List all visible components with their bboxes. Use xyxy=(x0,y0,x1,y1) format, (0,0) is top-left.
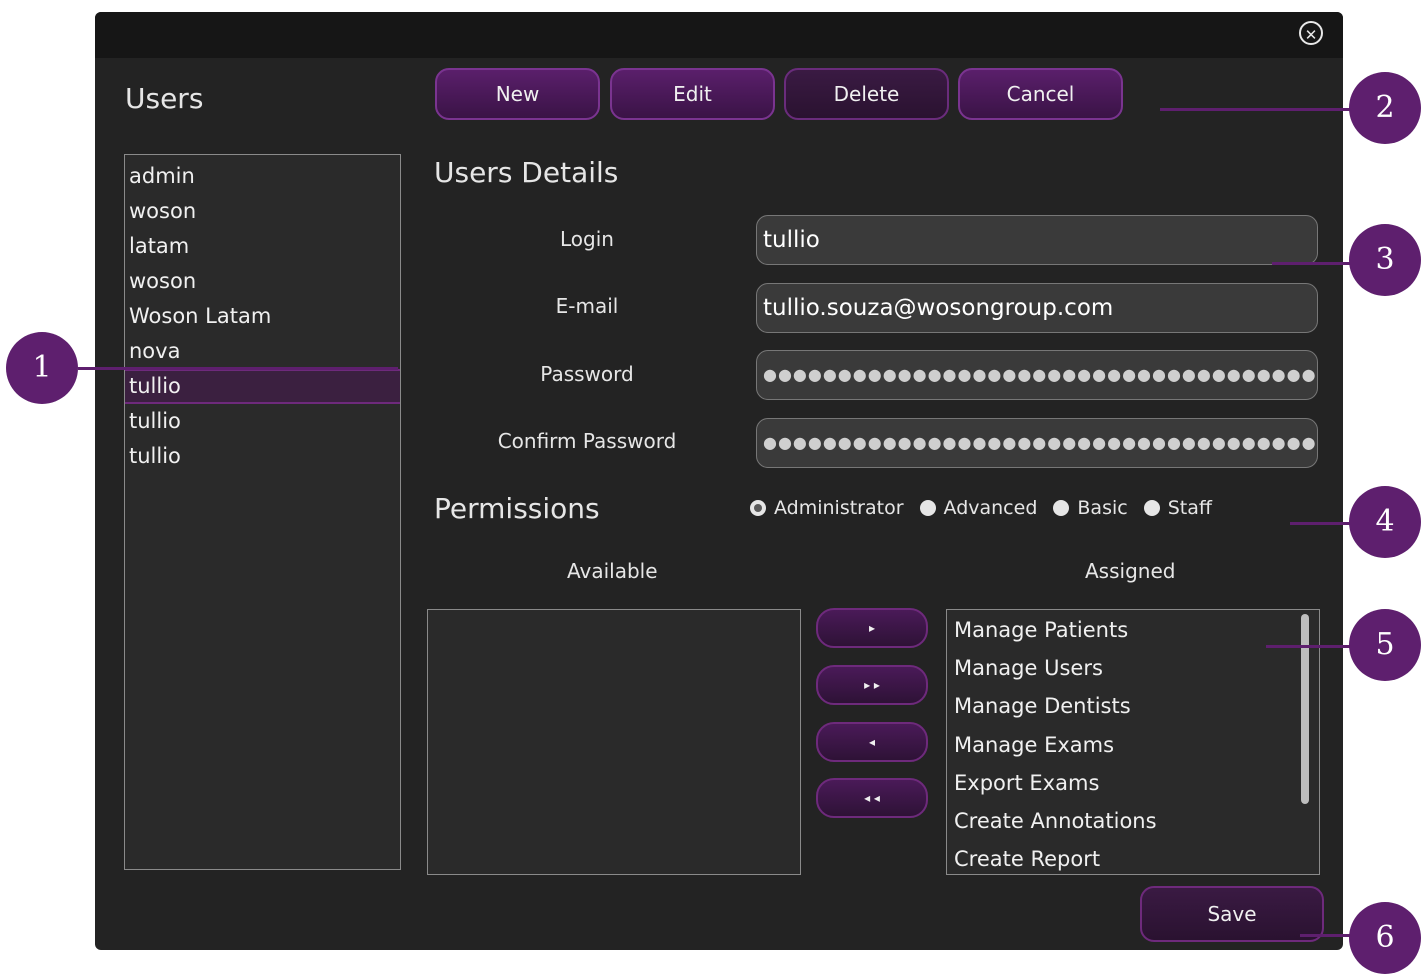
radio-unchecked-icon xyxy=(919,500,936,516)
list-item[interactable]: Manage Patients xyxy=(947,611,1319,649)
permission-level-group: Administrator Advanced Basic Staff xyxy=(750,497,1228,519)
login-label: Login xyxy=(560,227,614,251)
users-dialog: ✕ Users admin woson latam woson Woson La… xyxy=(95,12,1343,950)
remove-one-button[interactable]: ◂ xyxy=(816,722,928,762)
callout-2-leader xyxy=(1160,108,1352,111)
radio-label: Administrator xyxy=(774,497,904,519)
new-button[interactable]: New xyxy=(435,68,600,120)
callout-3: 3 xyxy=(1349,224,1421,296)
confirm-password-field[interactable]: ●●●●●●●●●●●●●●●●●●●●●●●●●●●●●●●●●●●●●●●● xyxy=(756,418,1318,468)
radio-unchecked-icon xyxy=(1143,500,1160,516)
details-title: Users Details xyxy=(434,156,619,189)
radio-administrator[interactable]: Administrator xyxy=(750,497,904,519)
callout-6-leader xyxy=(1300,934,1352,937)
list-item[interactable]: Export Exams xyxy=(947,764,1319,802)
list-item[interactable]: latam xyxy=(125,229,400,264)
list-item[interactable]: Manage Dentists xyxy=(947,687,1319,725)
callout-5-leader xyxy=(1266,645,1352,648)
callout-6: 6 xyxy=(1349,902,1421,974)
radio-unchecked-icon xyxy=(1053,500,1070,516)
email-field[interactable]: tullio.souza@wosongroup.com xyxy=(756,283,1318,333)
list-item[interactable]: tullio xyxy=(125,404,400,439)
email-label: E-mail xyxy=(555,294,619,318)
available-label: Available xyxy=(567,559,658,583)
password-label: Password xyxy=(540,362,634,386)
edit-button[interactable]: Edit xyxy=(610,68,775,120)
list-item[interactable]: Create Annotations xyxy=(947,802,1319,840)
password-field[interactable]: ●●●●●●●●●●●●●●●●●●●●●●●●●●●●●●●●●●●●●●●● xyxy=(756,350,1318,400)
remove-all-button[interactable]: ◂ ◂ xyxy=(816,778,928,818)
callout-2: 2 xyxy=(1349,72,1421,144)
delete-button[interactable]: Delete xyxy=(784,68,949,120)
user-list[interactable]: admin woson latam woson Woson Latam nova… xyxy=(124,154,401,870)
available-list[interactable] xyxy=(427,609,801,875)
radio-label: Advanced xyxy=(943,497,1038,519)
list-item-selected[interactable]: tullio xyxy=(125,369,400,404)
callout-4: 4 xyxy=(1349,486,1421,558)
list-item[interactable]: admin xyxy=(125,159,400,194)
radio-label: Staff xyxy=(1167,497,1212,519)
list-item[interactable]: Manage Users xyxy=(947,649,1319,687)
radio-advanced[interactable]: Advanced xyxy=(919,497,1038,519)
callout-1: 1 xyxy=(6,332,78,404)
radio-basic[interactable]: Basic xyxy=(1053,497,1128,519)
list-item[interactable]: Manage Exams xyxy=(947,726,1319,764)
callout-5: 5 xyxy=(1349,609,1421,681)
title-bar: ✕ xyxy=(95,12,1343,58)
list-item[interactable]: Create Report xyxy=(947,840,1319,874)
list-item[interactable]: tullio xyxy=(125,439,400,474)
radio-label: Basic xyxy=(1077,497,1128,519)
permissions-title: Permissions xyxy=(434,492,600,525)
list-item[interactable]: woson xyxy=(125,194,400,229)
radio-checked-icon xyxy=(750,500,766,516)
list-item[interactable]: woson xyxy=(125,264,400,299)
users-title: Users xyxy=(125,82,204,115)
save-button[interactable]: Save xyxy=(1140,886,1324,942)
callout-1-leader xyxy=(78,367,398,370)
add-one-button[interactable]: ▸ xyxy=(816,608,928,648)
close-icon[interactable]: ✕ xyxy=(1299,21,1323,45)
callout-3-leader xyxy=(1272,262,1352,265)
assigned-label: Assigned xyxy=(1085,559,1176,583)
callout-4-leader xyxy=(1290,522,1352,525)
radio-staff[interactable]: Staff xyxy=(1143,497,1212,519)
assigned-list[interactable]: Manage Patients Manage Users Manage Dent… xyxy=(946,609,1320,875)
list-item[interactable]: nova xyxy=(125,334,400,369)
cancel-button[interactable]: Cancel xyxy=(958,68,1123,120)
confirm-password-label: Confirm Password xyxy=(497,429,677,453)
scrollbar[interactable] xyxy=(1301,614,1309,804)
login-field[interactable]: tullio xyxy=(756,215,1318,265)
list-item[interactable]: Woson Latam xyxy=(125,299,400,334)
add-all-button[interactable]: ▸ ▸ xyxy=(816,665,928,705)
